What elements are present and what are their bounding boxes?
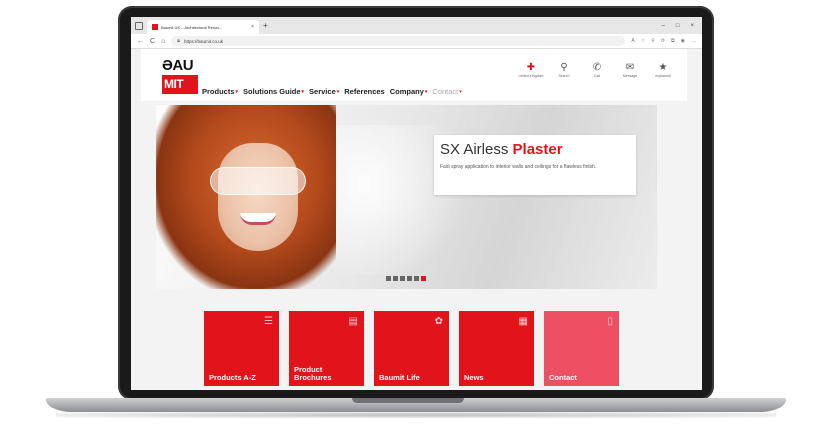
hero-image-face: [218, 143, 298, 251]
tool-country[interactable]: ✚ United Kingdom: [518, 61, 544, 78]
minimize-button[interactable]: –: [662, 23, 665, 29]
mail-icon: ✉: [625, 62, 635, 73]
sync-icon[interactable]: ⟳: [661, 38, 665, 44]
back-button[interactable]: ←: [137, 38, 144, 45]
tool-call[interactable]: ✆ Call: [585, 61, 609, 78]
chevron-down-icon: ▾: [336, 88, 340, 95]
lock-icon: 🔒︎: [177, 38, 180, 44]
tile-contact[interactable]: ▯ Contact: [544, 311, 619, 386]
baumit-logo[interactable]: ƏAU MIT: [162, 58, 198, 96]
laptop-shadow: [56, 412, 776, 418]
tile-news[interactable]: ▦ News: [459, 311, 534, 386]
slider-dots: [386, 276, 426, 281]
chevron-down-icon: ▾: [235, 88, 239, 95]
maximize-button[interactable]: □: [676, 23, 680, 29]
hero-caption-card[interactable]: SX Airless Plaster Fast spray applicatio…: [434, 135, 636, 195]
tab-title: Baumit UK – Architectural Renov...: [161, 24, 223, 30]
read-aloud-icon[interactable]: A: [631, 38, 634, 44]
new-tab-button[interactable]: +: [263, 21, 268, 30]
nav-item-products[interactable]: Products ▾: [202, 87, 238, 96]
browser-address-bar: ← C ⌂ 🔒︎ https://baumit.co.uk A ☆ ⚲ ⟳ ⧉ …: [131, 34, 702, 49]
list-icon: ☰: [264, 316, 273, 327]
slider-dot[interactable]: [386, 276, 391, 281]
refresh-button[interactable]: C: [150, 38, 155, 45]
search-page-icon[interactable]: ⚲: [651, 38, 655, 44]
news-icon: ▦: [518, 316, 528, 327]
slider-dot-active[interactable]: [421, 276, 426, 281]
hero-title: SX Airless Plaster: [440, 141, 563, 158]
tool-label: Search: [558, 74, 570, 78]
phone-icon: ✆: [592, 62, 602, 73]
tile-label: Products A-Z: [209, 373, 256, 382]
tile-label: Baumit Life: [379, 373, 420, 382]
nav-item-references[interactable]: References: [344, 87, 384, 96]
tool-label: Call: [593, 74, 601, 78]
tile-baumit-life[interactable]: ✿ Baumit Life: [374, 311, 449, 386]
tool-label: United Kingdom: [518, 74, 544, 78]
slider-dot[interactable]: [414, 276, 419, 281]
tool-mybaumit[interactable]: ★ mybaumit: [651, 61, 675, 78]
tool-message[interactable]: ✉ Message: [618, 61, 642, 78]
favicon-icon: [152, 24, 158, 30]
web-page: ƏAU MIT Products ▾ Solutions Guide ▾ Servi…: [131, 49, 702, 390]
header-tools: ✚ United Kingdom ⚲ Search ✆ Call ✉ Messa…: [519, 61, 675, 78]
slider-dot[interactable]: [407, 276, 412, 281]
tool-search[interactable]: ⚲ Search: [552, 61, 576, 78]
tool-label: mybaumit: [655, 74, 671, 78]
url-field[interactable]: 🔒︎ https://baumit.co.uk: [171, 36, 626, 46]
hero-image-goggles: [210, 167, 306, 195]
brochure-icon: ▤: [348, 316, 358, 327]
quick-link-tiles: ☰ Products A-Z ▤ Product Brochures ✿ Bau…: [204, 311, 619, 386]
chevron-down-icon: ▾: [301, 88, 305, 95]
chevron-down-icon: ▾: [459, 88, 462, 95]
tile-products-a-z[interactable]: ☰ Products A-Z: [204, 311, 279, 386]
search-icon: ⚲: [560, 62, 568, 73]
favorite-icon[interactable]: ☆: [641, 38, 645, 44]
target-icon: ✚: [526, 62, 536, 73]
browser-extensions: A ☆ ⚲ ⟳ ⧉ ◉ …: [631, 38, 696, 44]
site-header: ƏAU MIT Products ▾ Solutions Guide ▾ Servi…: [141, 49, 687, 101]
nav-item-company[interactable]: Company ▾: [390, 87, 428, 96]
logo-top: ƏAU: [162, 57, 194, 74]
url-text: https://baumit.co.uk: [183, 38, 223, 44]
tile-label: News: [464, 373, 484, 382]
star-icon: ★: [658, 62, 668, 73]
home-button[interactable]: ⌂: [161, 38, 165, 45]
chevron-down-icon: ▾: [424, 88, 428, 95]
collections-icon[interactable]: ⧉: [671, 38, 675, 44]
hero-slider[interactable]: SX Airless Plaster Fast spray applicatio…: [156, 105, 657, 289]
logo-bottom: MIT: [162, 75, 198, 94]
nav-item-solutions-guide[interactable]: Solutions Guide ▾: [243, 87, 304, 96]
slider-dot[interactable]: [393, 276, 398, 281]
laptop-mockup: Baumit UK – Architectural Renov... × + –…: [0, 0, 814, 424]
hero-subtitle: Fast spray application to interior walls…: [440, 164, 597, 170]
mobile-icon: ▯: [607, 316, 613, 327]
nav-item-contact[interactable]: Contact ▾: [432, 87, 461, 96]
tool-label: Message: [622, 74, 638, 78]
close-window-button[interactable]: ×: [690, 23, 694, 29]
main-nav: Products ▾ Solutions Guide ▾ Service ▾ Refe…: [202, 87, 462, 96]
tile-label: Product Brochures: [294, 365, 332, 382]
laptop-base-notch: [352, 398, 464, 403]
tile-label: Contact: [549, 373, 577, 382]
window-controls: – □ ×: [662, 23, 698, 29]
more-menu-icon[interactable]: …: [691, 38, 696, 44]
laptop-screen: Baumit UK – Architectural Renov... × + –…: [131, 17, 702, 390]
nav-item-service[interactable]: Service ▾: [309, 87, 339, 96]
slider-dot[interactable]: [400, 276, 405, 281]
browser-tab[interactable]: Baumit UK – Architectural Renov... ×: [147, 20, 259, 34]
close-tab-icon[interactable]: ×: [251, 24, 254, 30]
tile-product-brochures[interactable]: ▤ Product Brochures: [289, 311, 364, 386]
browser-tab-bar: Baumit UK – Architectural Renov... × + –…: [131, 17, 702, 34]
profile-icon[interactable]: ◉: [681, 38, 685, 44]
window-menu-icon[interactable]: [135, 21, 143, 30]
palette-icon: ✿: [434, 316, 443, 327]
